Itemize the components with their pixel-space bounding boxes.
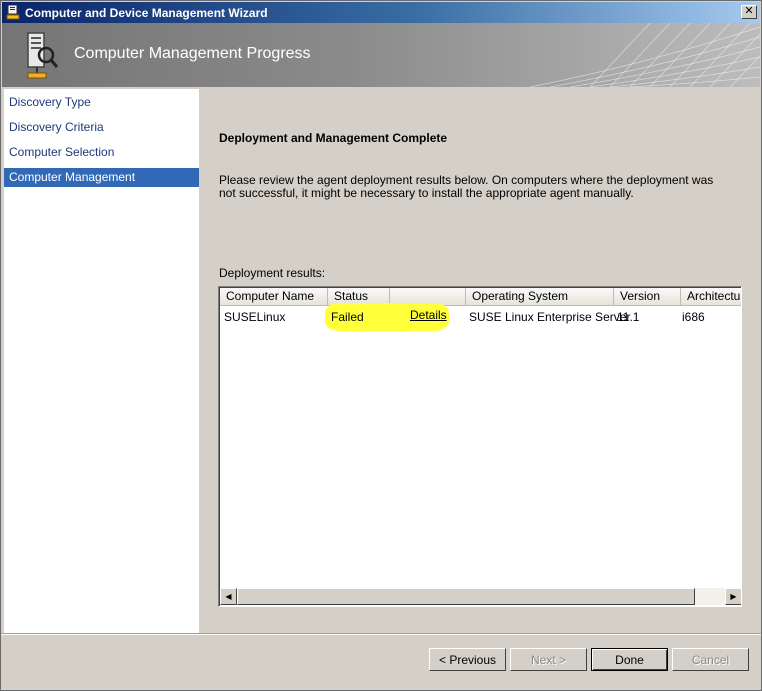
scrollbar-thumb[interactable] — [237, 588, 695, 605]
wizard-steps-nav: Discovery Type Discovery Criteria Comput… — [4, 89, 199, 633]
column-header-computer-name[interactable]: Computer Name — [220, 288, 328, 306]
close-button[interactable]: ✕ — [741, 5, 757, 19]
footer-divider — [1, 633, 761, 635]
wizard-banner: Computer Management Progress — [2, 23, 760, 87]
wizard-app-icon — [6, 5, 20, 20]
banner-mesh-graphic — [530, 23, 760, 87]
cell-architecture: i686 — [682, 310, 705, 324]
horizontal-scrollbar[interactable]: ◀ ▶ — [220, 588, 741, 605]
cancel-button[interactable]: Cancel — [672, 648, 749, 671]
details-link[interactable]: Details — [407, 307, 447, 323]
nav-item-discovery-criteria[interactable]: Discovery Criteria — [4, 118, 199, 137]
table-row[interactable]: SUSELinux Failed Details SUSE Linux Ente… — [220, 303, 741, 331]
column-header-operating-system[interactable]: Operating System — [466, 288, 614, 306]
nav-item-computer-selection[interactable]: Computer Selection — [4, 143, 199, 162]
scroll-left-button[interactable]: ◀ — [220, 588, 237, 605]
title-bar[interactable]: Computer and Device Management Wizard ✕ — [2, 2, 760, 23]
results-header: Computer Name Status Operating System Ve… — [220, 288, 741, 306]
wizard-window: Computer and Device Management Wizard ✕ … — [0, 0, 762, 691]
cell-status: Failed — [331, 310, 364, 324]
deployment-results-list[interactable]: Computer Name Status Operating System Ve… — [218, 286, 742, 607]
nav-item-computer-management[interactable]: Computer Management — [4, 168, 199, 187]
column-header-architecture[interactable]: Architecture — [681, 288, 741, 306]
arrow-left-icon: ◀ — [225, 592, 232, 601]
close-icon: ✕ — [744, 5, 754, 17]
results-label: Deployment results: — [219, 266, 326, 280]
banner-title: Computer Management Progress — [74, 45, 311, 62]
arrow-right-icon: ▶ — [730, 592, 737, 601]
nav-item-discovery-type[interactable]: Discovery Type — [4, 93, 199, 112]
done-button[interactable]: Done — [591, 648, 668, 671]
page-description: Please review the agent deployment resul… — [219, 173, 714, 200]
next-button[interactable]: Next > — [510, 648, 587, 671]
column-header-version[interactable]: Version — [614, 288, 681, 306]
previous-button[interactable]: < Previous — [429, 648, 506, 671]
page-title: Deployment and Management Complete — [219, 131, 448, 145]
computer-management-icon — [27, 32, 59, 79]
window-title: Computer and Device Management Wizard — [25, 6, 268, 20]
cell-operating-system: SUSE Linux Enterprise Server — [469, 310, 631, 324]
cell-version: 11.1 — [617, 310, 640, 324]
cell-computer-name: SUSELinux — [224, 310, 286, 324]
scroll-right-button[interactable]: ▶ — [725, 588, 741, 605]
